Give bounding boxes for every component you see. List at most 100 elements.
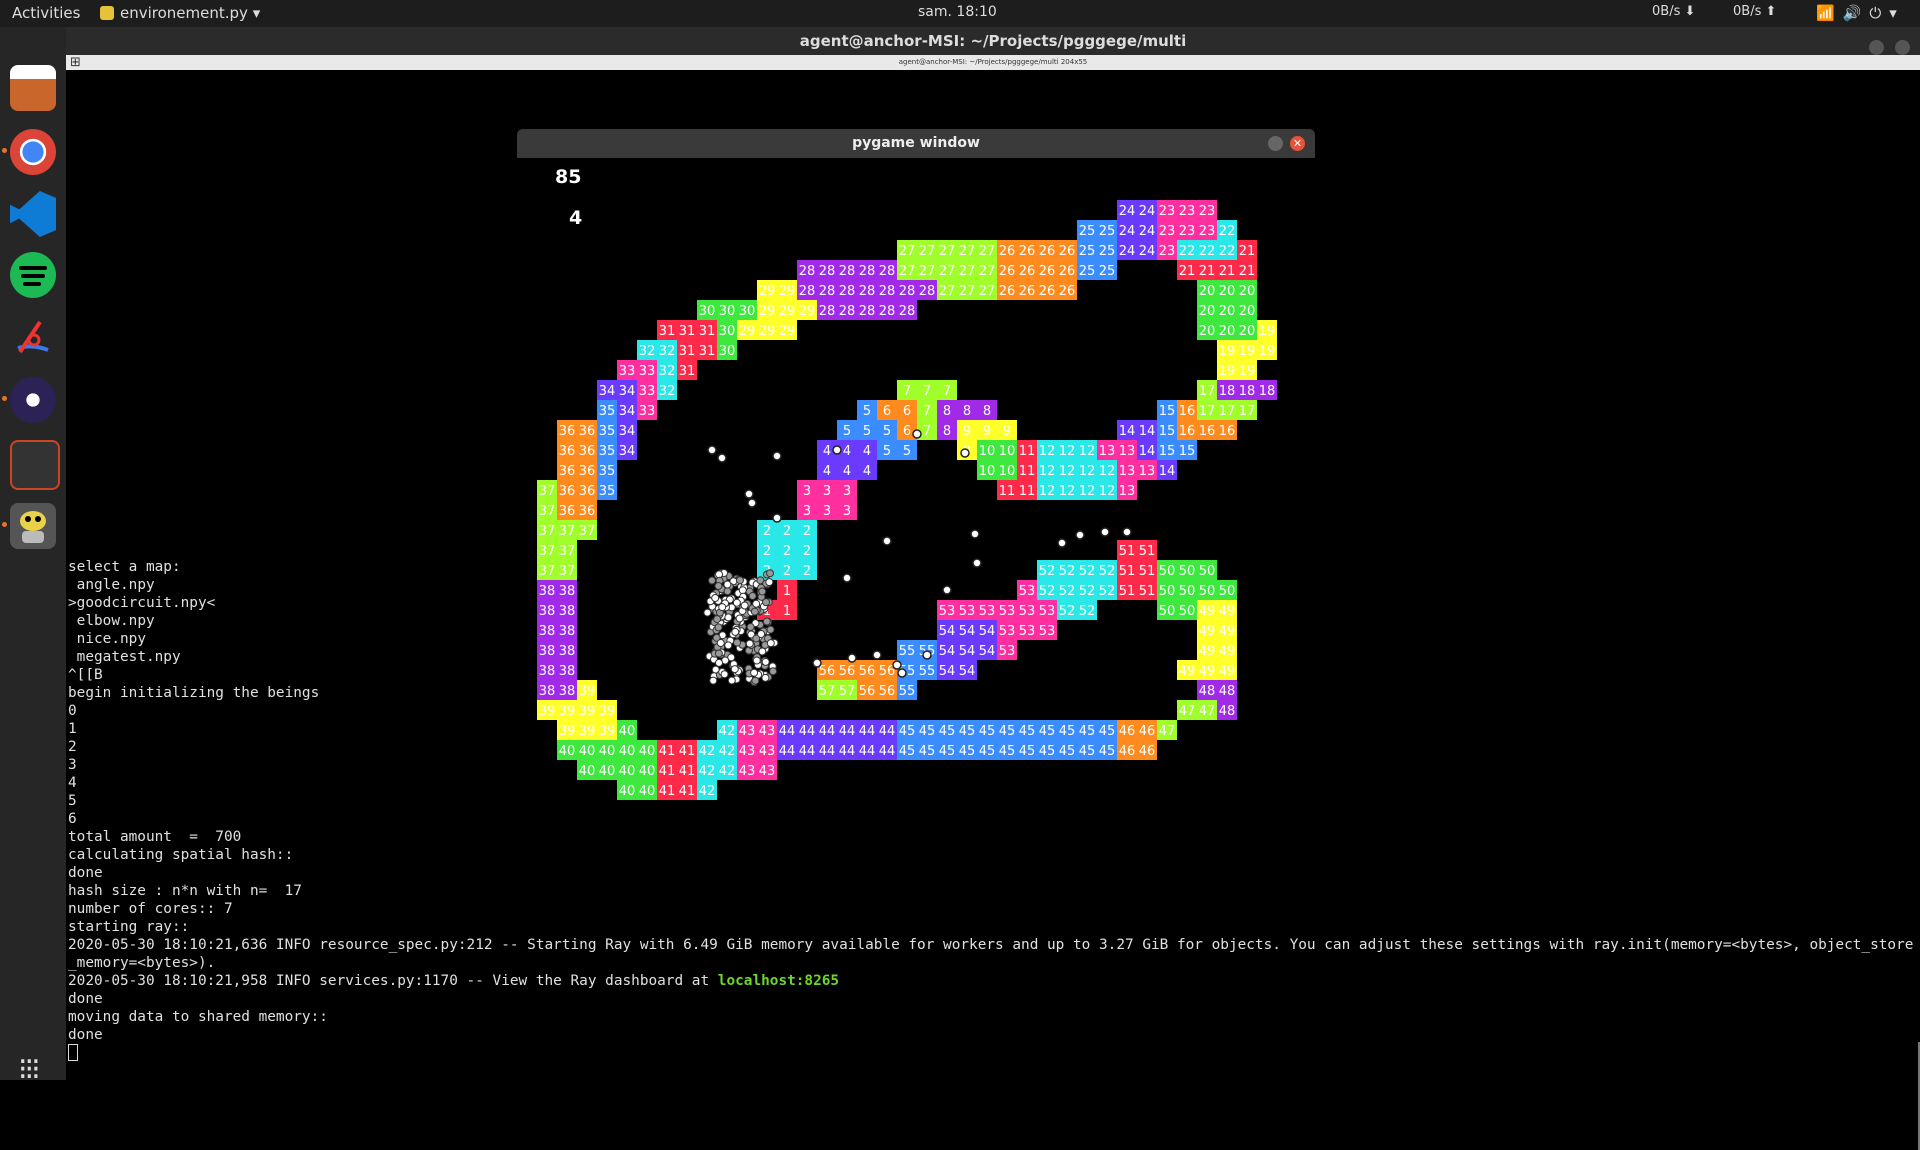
track-cell-label: 5 <box>863 404 871 419</box>
track-cell-label: 41 <box>679 744 696 759</box>
terminal-line: done <box>68 865 103 881</box>
maximize-button[interactable] <box>1895 40 1910 55</box>
track-cell-label: 11 <box>1019 484 1036 499</box>
track-cell-label: 28 <box>859 264 876 279</box>
track-cell-label: 25 <box>1079 224 1096 239</box>
terminal-titlebar[interactable]: agent@anchor-MSI: ~/Projects/pgggege/mul… <box>66 27 1920 55</box>
track-cell-label: 2 <box>783 524 791 539</box>
track-cell-label: 51 <box>1139 584 1156 599</box>
track-cell-label: 35 <box>599 464 616 479</box>
ray-dashboard-link[interactable]: localhost:8265 <box>718 973 839 989</box>
terminal-line: 3 <box>68 757 77 773</box>
track-cell-label: 21 <box>1179 264 1196 279</box>
track-cell-label: 28 <box>839 304 856 319</box>
track-cell-label: 27 <box>979 284 996 299</box>
pygame-close-button[interactable]: ✕ <box>1290 136 1305 151</box>
top-bar: Activities environement.py ▾ sam. 18:10 … <box>0 0 1920 27</box>
track-cell-label: 16 <box>1199 424 1216 439</box>
track-cell-label: 48 <box>1219 684 1236 699</box>
track-cell-label: 15 <box>1159 404 1176 419</box>
agent-dot <box>751 676 760 685</box>
agent-dot <box>761 673 770 682</box>
track-cell-label: 36 <box>579 464 596 479</box>
system-menu-icons[interactable]: 📶🔊⏻▾ <box>1816 4 1905 22</box>
track-cell-label: 29 <box>759 324 776 339</box>
agent-dot <box>1057 538 1067 548</box>
track-cell-label: 35 <box>599 444 616 459</box>
track-cell-label: 44 <box>779 744 796 759</box>
clock[interactable]: sam. 18:10 <box>918 4 997 20</box>
track-cell-label: 7 <box>943 384 951 399</box>
track-cell-label: 25 <box>1099 264 1116 279</box>
track-cell-label: 20 <box>1219 284 1236 299</box>
arrow-app-icon[interactable] <box>10 314 56 360</box>
show-applications-icon[interactable]: ⁝⁝⁝ <box>10 1052 56 1098</box>
track-cell-label: 56 <box>839 664 856 679</box>
track-cell-label: 22 <box>1199 244 1216 259</box>
track-cell-label: 50 <box>1179 584 1196 599</box>
net-download-indicator[interactable]: 0B/s ⬇ <box>1652 4 1695 19</box>
track-cell-label: 39 <box>599 704 616 719</box>
eclipse-icon[interactable] <box>2 377 56 423</box>
agent-dot <box>730 665 739 674</box>
spotify-icon[interactable] <box>10 252 56 298</box>
track-cell-label: 35 <box>599 404 616 419</box>
track-cell-label: 16 <box>1219 424 1236 439</box>
track-cell-label: 56 <box>879 684 896 699</box>
track-cell-label: 45 <box>1079 724 1096 739</box>
track-cell-label: 24 <box>1119 204 1136 219</box>
track-cell-label: 27 <box>939 264 956 279</box>
track-cell-label: 52 <box>1079 564 1096 579</box>
pygame-titlebar[interactable]: pygame window ✕ <box>517 129 1315 158</box>
track-cell-label: 6 <box>903 424 911 439</box>
vscode-icon[interactable] <box>10 191 56 237</box>
track-cell-label: 51 <box>1119 544 1136 559</box>
track-cell-label: 40 <box>619 784 636 799</box>
terminal-line: total amount = 700 <box>68 829 242 845</box>
track-cell-label: 27 <box>899 264 916 279</box>
agent-dot <box>738 586 747 595</box>
files-archive-icon[interactable] <box>10 65 56 111</box>
track-cell-label: 37 <box>539 564 556 579</box>
track-cell-label: 11 <box>1019 464 1036 479</box>
track-cell-label: 52 <box>1039 584 1056 599</box>
track-cell-label: 2 <box>803 524 811 539</box>
track-cell-label: 12 <box>1079 484 1096 499</box>
agent-dot <box>720 670 729 679</box>
pygame-snake-icon[interactable] <box>2 503 56 549</box>
track-cell-label: 34 <box>599 384 616 399</box>
terminal-line: angle.npy <box>68 577 155 593</box>
agent-dot <box>714 623 723 632</box>
track-cell-label: 54 <box>959 624 976 639</box>
track-cell-label: 27 <box>959 264 976 279</box>
track-cell-label: 12 <box>1059 444 1076 459</box>
net-upload-indicator[interactable]: 0B/s ⬆ <box>1733 4 1776 19</box>
agent-dot <box>746 623 755 632</box>
chromium-icon[interactable] <box>2 129 56 175</box>
track-cell-label: 53 <box>979 604 996 619</box>
agent-dot <box>766 625 775 634</box>
track-cell-label: 29 <box>779 324 796 339</box>
track-cell-label: 11 <box>999 484 1016 499</box>
track-cell-label: 19 <box>1219 364 1236 379</box>
pygame-canvas[interactable]: 24 24 23 23 23 25 25 24 24 23 23 23 22 27 27 27 27 27 26 26… <box>517 158 1315 800</box>
terminal-icon[interactable] <box>10 440 60 490</box>
track-cell-label: 44 <box>859 724 876 739</box>
track-cell-label: 54 <box>959 664 976 679</box>
track-cell-label: 29 <box>759 284 776 299</box>
activities-button[interactable]: Activities <box>12 4 80 22</box>
track-cell-label: 39 <box>579 724 596 739</box>
track-cell-label: 38 <box>539 584 556 599</box>
track-cell-label: 36 <box>579 484 596 499</box>
app-menu[interactable]: environement.py ▾ <box>100 4 260 22</box>
minimize-button[interactable] <box>1868 40 1884 55</box>
track-cell-label: 25 <box>1079 264 1096 279</box>
track-cell-label: 45 <box>999 744 1016 759</box>
agent-dot <box>1122 527 1132 537</box>
track-cell-label: 50 <box>1199 584 1216 599</box>
track-cell-label: 36 <box>559 484 576 499</box>
track-cell-label: 51 <box>1139 564 1156 579</box>
track-cell-label: 50 <box>1219 584 1236 599</box>
terminal-tab-label[interactable]: agent@anchor-MSI: ~/Projects/pgggege/mul… <box>66 55 1920 70</box>
pygame-minimize-button[interactable] <box>1268 136 1283 151</box>
